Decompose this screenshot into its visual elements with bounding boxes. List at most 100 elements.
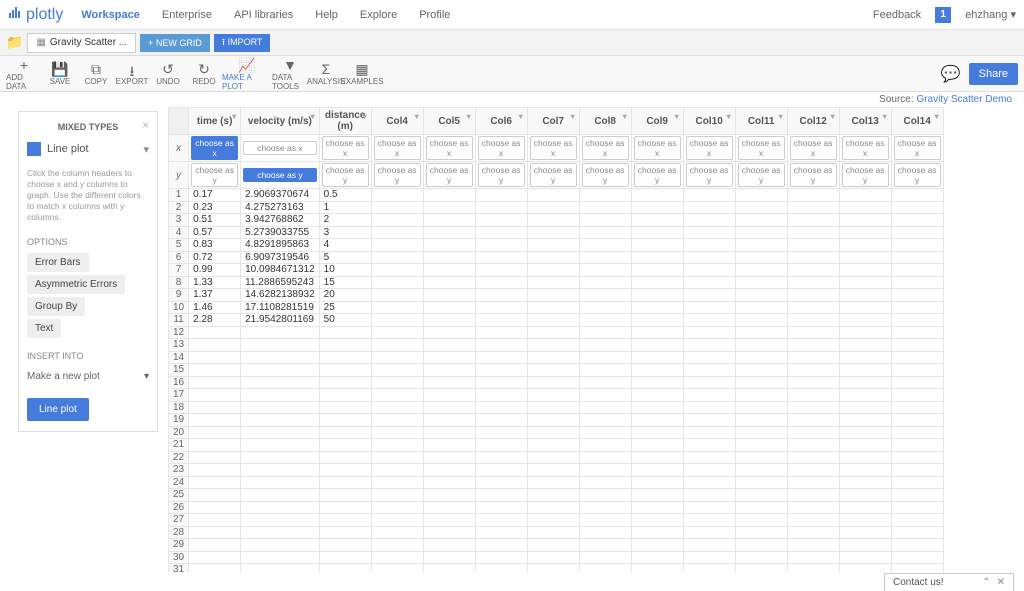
data-cell[interactable] bbox=[579, 214, 631, 227]
data-cell[interactable] bbox=[241, 389, 320, 402]
data-cell[interactable] bbox=[735, 264, 787, 277]
data-cell[interactable] bbox=[319, 489, 371, 502]
choose-as-x-button[interactable]: choose as x bbox=[191, 136, 238, 160]
data-cell[interactable] bbox=[423, 264, 475, 277]
data-cell[interactable] bbox=[787, 451, 839, 464]
data-cell[interactable] bbox=[735, 514, 787, 527]
data-cell[interactable]: 14.6282138932 bbox=[241, 289, 320, 302]
data-cell[interactable] bbox=[579, 289, 631, 302]
data-cell[interactable] bbox=[241, 414, 320, 427]
data-cell[interactable] bbox=[241, 451, 320, 464]
data-cell[interactable] bbox=[319, 501, 371, 514]
option-error-bars[interactable]: Error Bars bbox=[27, 253, 89, 272]
data-cell[interactable] bbox=[371, 439, 423, 452]
data-cell[interactable] bbox=[787, 189, 839, 202]
choose-as-y-button[interactable]: choose as y bbox=[374, 163, 421, 187]
data-cell[interactable] bbox=[241, 351, 320, 364]
data-cell[interactable] bbox=[241, 401, 320, 414]
data-cell[interactable] bbox=[475, 551, 527, 564]
data-cell[interactable] bbox=[423, 189, 475, 202]
data-cell[interactable] bbox=[319, 326, 371, 339]
data-cell[interactable] bbox=[189, 501, 241, 514]
choose-as-x-button[interactable]: choose as x bbox=[243, 141, 317, 155]
data-cell[interactable] bbox=[475, 364, 527, 377]
chat-icon[interactable]: 💬 bbox=[941, 64, 961, 84]
data-cell[interactable] bbox=[241, 464, 320, 477]
data-cell[interactable] bbox=[475, 389, 527, 402]
data-cell[interactable] bbox=[423, 414, 475, 427]
choose-as-x-button[interactable]: choose as x bbox=[634, 136, 681, 160]
data-cell[interactable] bbox=[423, 401, 475, 414]
data-cell[interactable] bbox=[787, 401, 839, 414]
data-cell[interactable] bbox=[241, 489, 320, 502]
choose-as-x-button[interactable]: choose as x bbox=[582, 136, 629, 160]
data-cell[interactable] bbox=[735, 376, 787, 389]
data-cell[interactable] bbox=[787, 314, 839, 327]
data-cell[interactable] bbox=[839, 289, 891, 302]
data-cell[interactable] bbox=[527, 539, 579, 552]
data-cell[interactable] bbox=[631, 551, 683, 564]
data-cell[interactable] bbox=[735, 489, 787, 502]
data-cell[interactable] bbox=[475, 264, 527, 277]
choose-as-x-button[interactable]: choose as x bbox=[426, 136, 473, 160]
data-cell[interactable] bbox=[475, 226, 527, 239]
data-cell[interactable] bbox=[787, 289, 839, 302]
data-cell[interactable] bbox=[579, 326, 631, 339]
data-cell[interactable] bbox=[787, 476, 839, 489]
data-cell[interactable] bbox=[735, 564, 787, 573]
data-cell[interactable] bbox=[579, 276, 631, 289]
choose-as-x-button[interactable]: choose as x bbox=[686, 136, 733, 160]
data-cell[interactable] bbox=[527, 439, 579, 452]
data-cell[interactable] bbox=[527, 351, 579, 364]
data-cell[interactable] bbox=[891, 464, 943, 477]
data-cell[interactable]: 1.33 bbox=[189, 276, 241, 289]
data-cell[interactable] bbox=[241, 326, 320, 339]
make-line-plot-button[interactable]: Line plot bbox=[27, 398, 89, 421]
data-cell[interactable]: 1.46 bbox=[189, 301, 241, 314]
data-cell[interactable] bbox=[787, 376, 839, 389]
column-header[interactable]: distance (m)▾ bbox=[319, 108, 371, 135]
choose-as-x-button[interactable]: choose as x bbox=[842, 136, 889, 160]
data-cell[interactable] bbox=[787, 226, 839, 239]
data-cell[interactable] bbox=[475, 501, 527, 514]
data-cell[interactable] bbox=[475, 289, 527, 302]
data-cell[interactable]: 0.51 bbox=[189, 214, 241, 227]
choose-as-x-button[interactable]: choose as x bbox=[478, 136, 525, 160]
data-cell[interactable] bbox=[527, 301, 579, 314]
data-cell[interactable] bbox=[735, 226, 787, 239]
data-cell[interactable] bbox=[891, 389, 943, 402]
data-cell[interactable] bbox=[371, 364, 423, 377]
data-cell[interactable] bbox=[839, 226, 891, 239]
data-cell[interactable] bbox=[579, 501, 631, 514]
option-text[interactable]: Text bbox=[27, 319, 61, 338]
data-cell[interactable]: 21.9542801169 bbox=[241, 314, 320, 327]
data-cell[interactable] bbox=[371, 301, 423, 314]
data-cell[interactable] bbox=[631, 514, 683, 527]
data-cell[interactable] bbox=[371, 189, 423, 202]
data-cell[interactable]: 0.83 bbox=[189, 239, 241, 252]
data-cell[interactable]: 0.17 bbox=[189, 189, 241, 202]
data-cell[interactable] bbox=[423, 351, 475, 364]
data-cell[interactable] bbox=[527, 526, 579, 539]
data-cell[interactable] bbox=[579, 539, 631, 552]
data-cell[interactable] bbox=[839, 201, 891, 214]
data-cell[interactable] bbox=[423, 489, 475, 502]
data-cell[interactable] bbox=[579, 526, 631, 539]
tool-redo[interactable]: ↻REDO bbox=[186, 61, 222, 86]
data-cell[interactable] bbox=[683, 289, 735, 302]
data-cell[interactable]: 0.99 bbox=[189, 264, 241, 277]
data-cell[interactable] bbox=[891, 426, 943, 439]
data-cell[interactable] bbox=[735, 364, 787, 377]
choose-as-y-button[interactable]: choose as y bbox=[191, 163, 238, 187]
data-cell[interactable] bbox=[839, 214, 891, 227]
data-cell[interactable] bbox=[319, 364, 371, 377]
tool-add-data[interactable]: +ADD DATA bbox=[6, 57, 42, 91]
data-cell[interactable] bbox=[423, 451, 475, 464]
data-cell[interactable] bbox=[631, 364, 683, 377]
data-cell[interactable] bbox=[241, 476, 320, 489]
data-cell[interactable] bbox=[423, 464, 475, 477]
data-cell[interactable] bbox=[475, 214, 527, 227]
column-header[interactable]: Col14▾ bbox=[891, 108, 943, 135]
data-cell[interactable] bbox=[787, 339, 839, 352]
data-cell[interactable] bbox=[423, 364, 475, 377]
